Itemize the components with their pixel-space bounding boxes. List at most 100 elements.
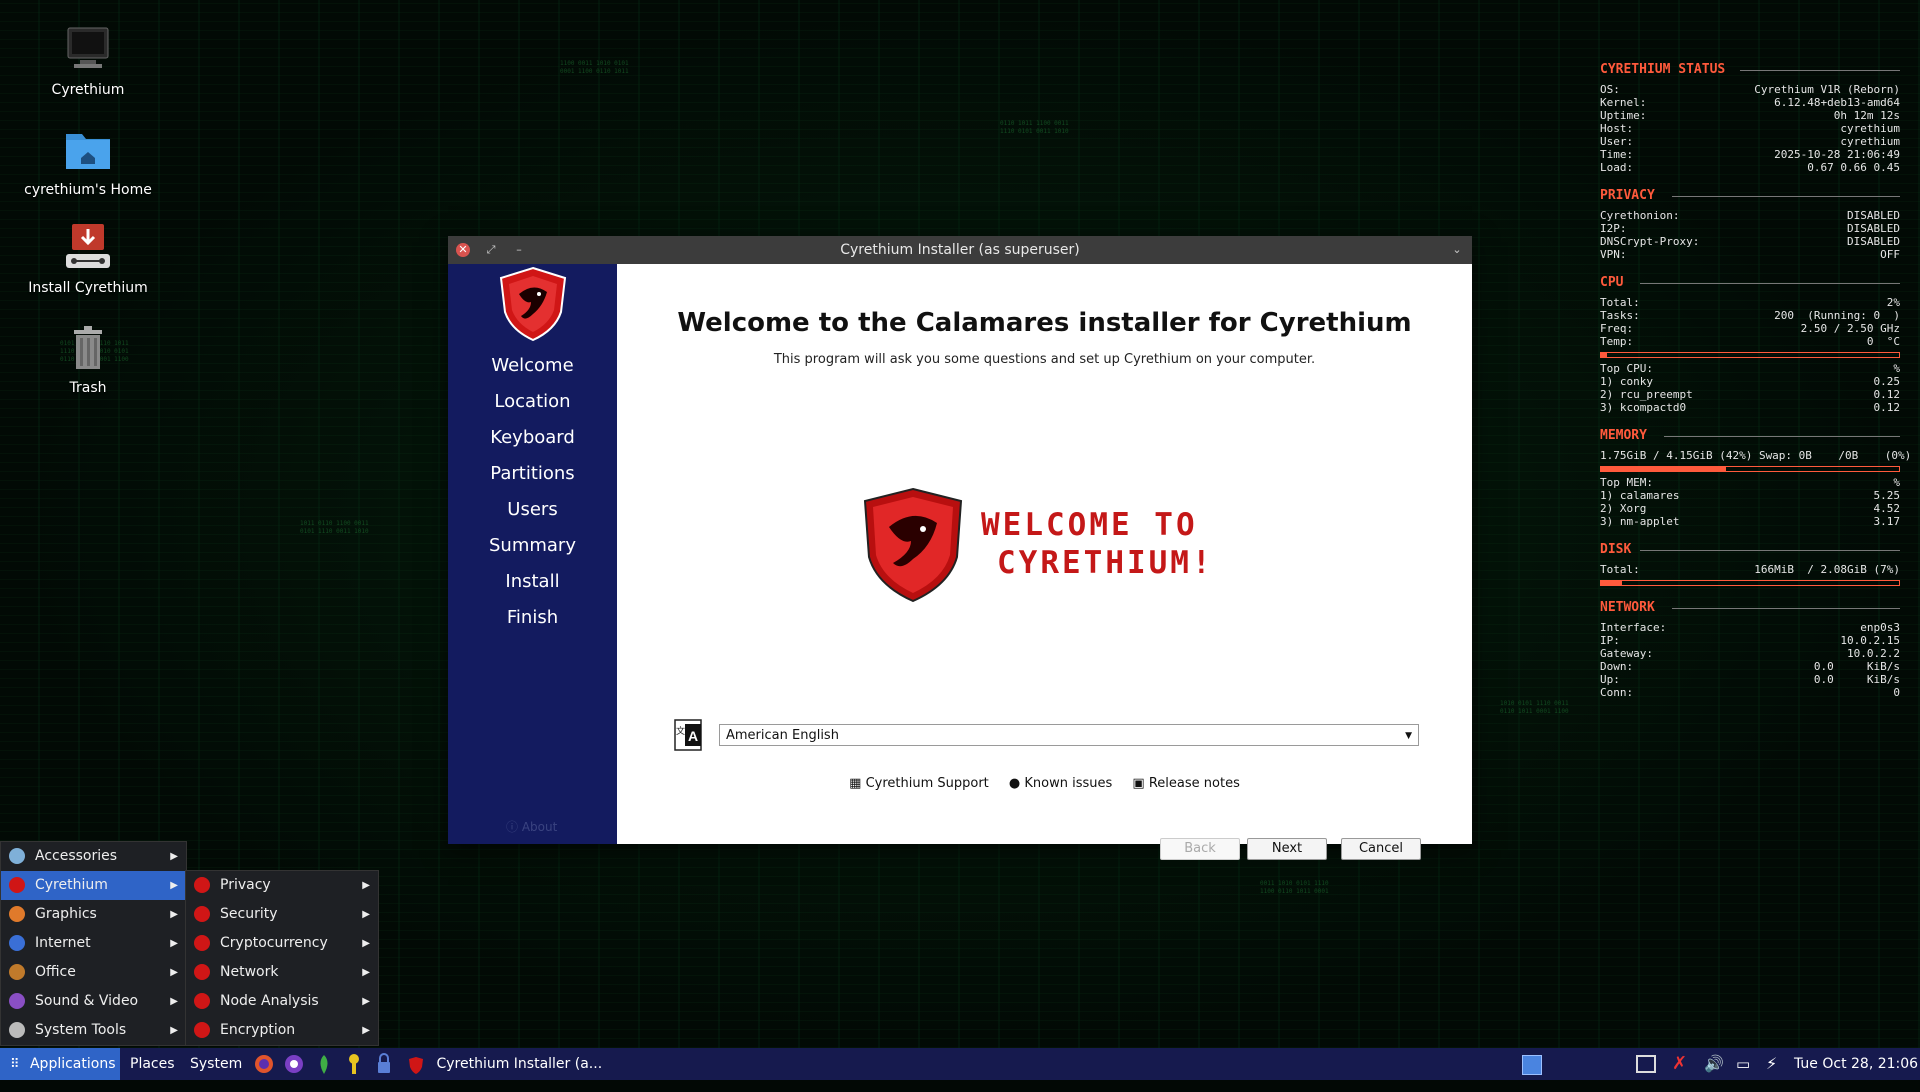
monitor-row: Conn: 0 <box>1600 686 1900 699</box>
workspace-switcher[interactable] <box>1522 1048 1544 1080</box>
chevron-right-icon: ▶ <box>362 967 370 978</box>
window-menu-chevron-icon[interactable]: ⌄ <box>1450 243 1464 257</box>
network-disconnected-tray-icon[interactable]: ✗ <box>1672 1048 1696 1080</box>
desktop-icon-home[interactable]: cyrethium's Home <box>13 124 163 198</box>
desktop-icon-cyrethium[interactable]: Cyrethium <box>13 24 163 98</box>
sidebar-step: Install <box>505 571 560 592</box>
menu-category-graphics[interactable]: Graphics ▶ <box>1 900 186 929</box>
taskbar-task-installer[interactable]: Cyrethium Installer (a... <box>408 1048 608 1080</box>
system-menu-button[interactable]: System <box>190 1048 242 1080</box>
submenu-icon <box>194 964 210 980</box>
menu-category-sound-video[interactable]: Sound & Video ▶ <box>1 987 186 1016</box>
menu-category-internet[interactable]: Internet ▶ <box>1 929 186 958</box>
release-notes-link[interactable]: ▣ Release notes <box>1132 776 1239 791</box>
sidebar-step: Location <box>494 391 571 412</box>
desktop-icon-label: Trash <box>69 380 107 396</box>
background-code: 1010 0101 1110 0011 0110 1011 0001 1100 <box>1500 700 1569 715</box>
minimize-window-button[interactable]: – <box>512 243 526 257</box>
submenu-network[interactable]: Network ▶ <box>186 958 378 987</box>
tor-browser-launcher-icon[interactable] <box>283 1048 305 1080</box>
cancel-button[interactable]: Cancel <box>1341 838 1421 860</box>
apps-grid-icon: ⠿ <box>10 1057 20 1072</box>
display-tray-icon[interactable]: ▭ <box>1736 1048 1760 1080</box>
next-button[interactable]: Next <box>1247 838 1327 860</box>
menu-category-system-tools[interactable]: System Tools ▶ <box>1 1016 186 1045</box>
memory-line: 1.75GiB / 4.15GiB (42%) Swap: 0B /0B (0%… <box>1600 449 1912 462</box>
desktop-icon-trash[interactable]: Trash <box>13 322 163 396</box>
background-code: 0011 1010 0101 1110 1100 0110 1011 0001 <box>1260 880 1329 895</box>
submenu-icon <box>194 935 210 951</box>
monitor-row: 3) nm-applet 3.17 <box>1600 515 1900 528</box>
desktop-icon-install[interactable]: Install Cyrethium <box>13 222 163 296</box>
info-icon: ⓘ <box>506 820 519 834</box>
menu-category-accessories[interactable]: Accessories ▶ <box>1 842 186 871</box>
clipboard-tray-icon[interactable] <box>1636 1048 1662 1080</box>
sidebar-step: Summary <box>489 535 576 556</box>
top-mem-header: Top MEM:% <box>1600 476 1900 489</box>
disk-usage-bar <box>1600 580 1900 586</box>
background-code: 1011 0110 1100 0011 0101 1110 0011 1010 <box>300 520 369 535</box>
close-window-button[interactable]: ✕ <box>456 243 470 257</box>
banner-text-line1: WELCOME TO <box>981 507 1198 543</box>
sidebar-step: Keyboard <box>490 427 575 448</box>
wallet-launcher-icon[interactable] <box>313 1048 335 1080</box>
clock[interactable]: Tue Oct 28, 21:06 <box>1794 1048 1918 1080</box>
monitor-row: OS: Cyrethium V1R (Reborn) <box>1600 83 1900 96</box>
maximize-window-button[interactable]: ⤢ <box>484 243 498 257</box>
monitor-row: Gateway: 10.0.2.2 <box>1600 647 1900 660</box>
installer-window[interactable]: ✕ ⤢ – Cyrethium Installer (as superuser)… <box>448 236 1472 860</box>
submenu-security[interactable]: Security ▶ <box>186 900 378 929</box>
monitor-row: Freq: 2.50 / 2.50 GHz <box>1600 322 1900 335</box>
submenu-encryption[interactable]: Encryption ▶ <box>186 1016 378 1045</box>
monitor-row: Host: cyrethium <box>1600 122 1900 135</box>
monitor-row: Kernel: 6.12.48+deb13-amd64 <box>1600 96 1900 109</box>
menu-category-office[interactable]: Office ▶ <box>1 958 186 987</box>
desktop-icon-label: Cyrethium <box>51 82 125 98</box>
support-link[interactable]: ▦ Cyrethium Support <box>849 776 989 791</box>
chevron-right-icon: ▶ <box>170 851 178 862</box>
back-button[interactable]: Back <box>1160 838 1240 860</box>
monitor-row: I2P: DISABLED <box>1600 222 1900 235</box>
places-menu-button[interactable]: Places <box>130 1048 175 1080</box>
installer-task-icon <box>409 1057 423 1074</box>
volume-tray-icon[interactable]: 🔊 <box>1704 1048 1728 1080</box>
lock-launcher-icon[interactable] <box>373 1048 395 1080</box>
disk-list: Total: 166MiB / 2.08GiB (7%) <box>1600 563 1900 576</box>
sidebar-step: Welcome <box>491 355 574 376</box>
category-icon <box>9 964 25 980</box>
submenu-privacy[interactable]: Privacy ▶ <box>186 871 378 900</box>
installer-icon <box>62 222 114 274</box>
cyrethium-submenu: Privacy ▶ Security ▶ Cryptocurrency ▶ Network ▶… <box>185 870 379 1046</box>
known-issues-link[interactable]: ● Known issues <box>1009 776 1112 791</box>
language-row: A文 American English ▼ <box>671 716 1421 756</box>
language-select[interactable]: American English ▼ <box>719 724 1419 746</box>
welcome-subtitle: This program will ask you some questions… <box>773 352 1316 367</box>
desktop-icon-label: cyrethium's Home <box>24 182 152 198</box>
welcome-banner: WELCOME TO CYRETHIUM! <box>861 487 1241 607</box>
sidebar-step: Finish <box>506 607 559 628</box>
power-tray-icon[interactable]: ⚡ <box>1766 1048 1786 1080</box>
about-link[interactable]: ⓘ About <box>506 818 557 835</box>
category-icon <box>9 877 25 893</box>
cpu-usage-bar <box>1600 352 1900 358</box>
monitor-row: 1) conky 0.25 <box>1600 375 1900 388</box>
submenu-icon <box>194 993 210 1009</box>
applications-menu-button[interactable]: ⠿ Applications <box>0 1048 120 1080</box>
submenu-icon <box>194 906 210 922</box>
monitor-row: Cyrethonion: DISABLED <box>1600 209 1900 222</box>
firefox-launcher-icon[interactable] <box>253 1048 275 1080</box>
monitor-row: IP: 10.0.2.15 <box>1600 634 1900 647</box>
submenu-cryptocurrency[interactable]: Cryptocurrency ▶ <box>186 929 378 958</box>
monitor-row: Temp: 0 °C <box>1600 335 1900 348</box>
window-titlebar[interactable]: ✕ ⤢ – Cyrethium Installer (as superuser)… <box>448 236 1472 264</box>
key-launcher-icon[interactable] <box>343 1048 365 1080</box>
top-mem-list: 1) calamares 5.25 2) Xorg 4.52 3) nm-applet 3… <box>1600 489 1900 528</box>
trash-icon <box>62 322 114 374</box>
notes-icon: ▣ <box>1132 776 1145 791</box>
disk-heading: DISK <box>1600 542 1900 557</box>
monitor-row: Time: 2025-10-28 21:06:49 <box>1600 148 1900 161</box>
about-label: About <box>521 820 558 834</box>
category-icon <box>9 1022 25 1038</box>
submenu-node-analysis[interactable]: Node Analysis ▶ <box>186 987 378 1016</box>
menu-category-cyrethium[interactable]: Cyrethium ▶ <box>1 871 186 900</box>
